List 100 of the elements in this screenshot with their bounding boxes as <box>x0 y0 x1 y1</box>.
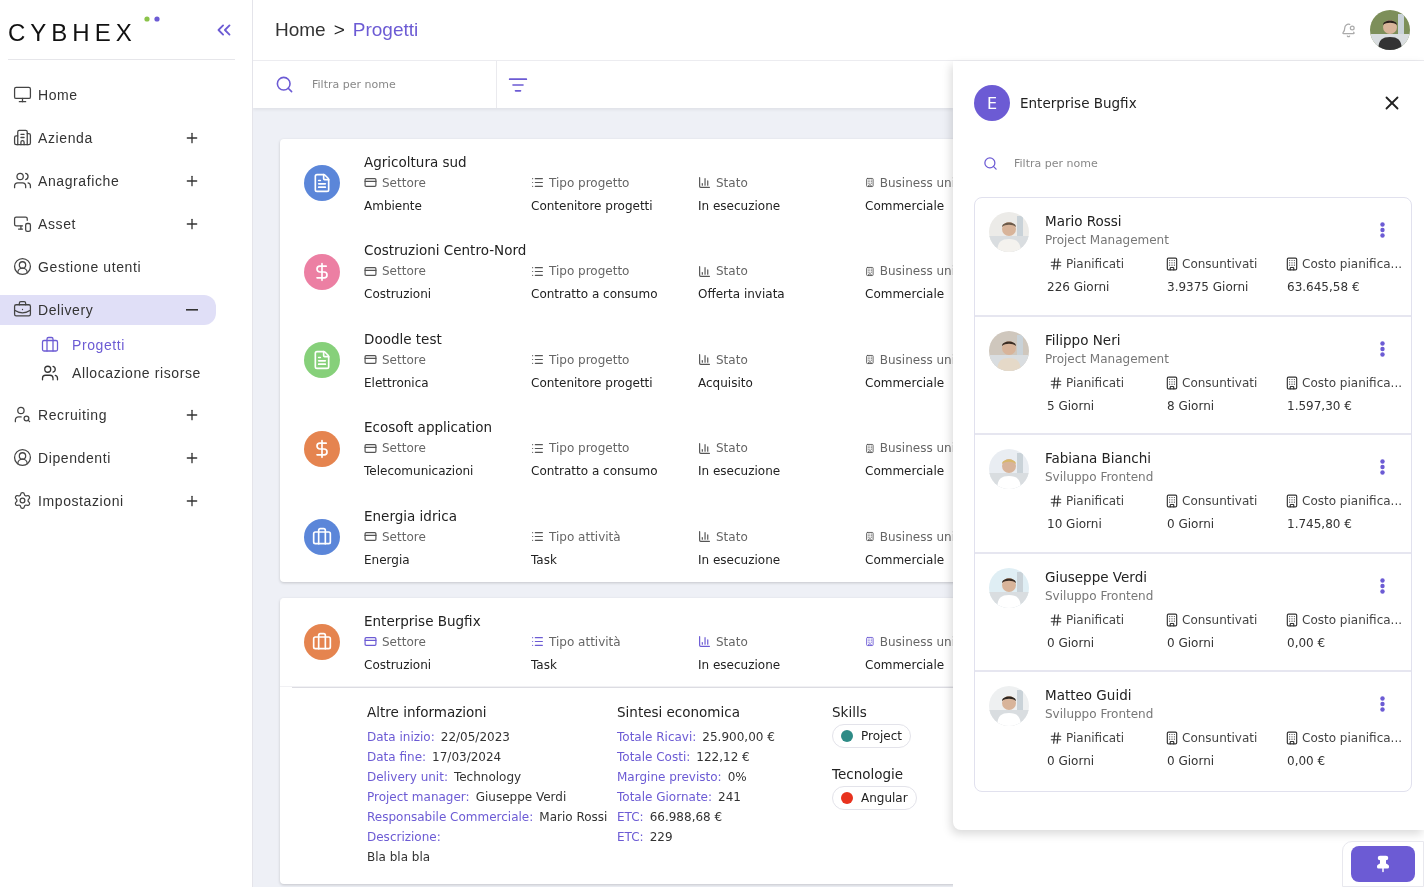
info-row-text: Totale Ricavi: 25.900,00 € <box>617 730 776 744</box>
tag-label: Angular <box>861 791 908 805</box>
member-role: Project Management <box>1045 351 1170 366</box>
more-icon <box>1380 340 1385 357</box>
building-icon <box>865 176 875 190</box>
card-icon <box>364 530 377 544</box>
stat-value: 10 Giorni <box>1046 517 1103 531</box>
bar-chart-icon <box>698 176 711 190</box>
building-icon <box>865 441 875 455</box>
card-icon <box>364 635 377 649</box>
drawer-title: Enterprise Bugfix <box>1020 95 1138 111</box>
sidebar-item[interactable]: Asset <box>0 208 216 239</box>
sidebar-subitem[interactable]: Allocazione risorse <box>41 359 252 387</box>
stat-label: Pianificati <box>1066 375 1125 390</box>
people-icon <box>41 364 59 382</box>
field-value: In esecuzione <box>698 464 782 479</box>
logo: CYBHEX <box>8 17 137 47</box>
stat-value: 0 Giorni <box>1166 635 1216 650</box>
project-name[interactable]: Enterprise Bugfix <box>364 612 953 629</box>
breadcrumb-link[interactable]: Home <box>275 19 326 41</box>
field-label: Business uni <box>879 529 953 544</box>
field-value: Costruzioni <box>364 287 433 302</box>
field-value: Contenitore progetti <box>531 198 654 213</box>
project-name[interactable]: Costruzioni Centro-Nord <box>364 242 953 259</box>
field-value: Contratto a consumo <box>531 464 659 479</box>
stat-value: 0,00 € <box>1286 754 1327 768</box>
sidebar-item[interactable]: Dipendenti <box>0 442 216 473</box>
project-name[interactable]: Ecosoft application <box>364 419 953 436</box>
sidebar-item[interactable]: Impostazioni <box>0 485 216 516</box>
stat-value: 63.645,58 € <box>1286 280 1361 294</box>
field-label: Stato <box>716 529 748 544</box>
project-name[interactable]: Doodle test <box>364 330 953 347</box>
bar-chart-icon <box>698 441 711 455</box>
stat-label: Consuntivati <box>1182 375 1258 390</box>
briefcase-icon <box>13 300 32 319</box>
building-icon <box>1165 612 1179 627</box>
more-button[interactable] <box>1380 696 1385 712</box>
member-role: Sviluppo Frontend <box>1045 707 1155 721</box>
field-value: In esecuzione <box>698 657 782 672</box>
building-icon <box>865 264 875 278</box>
field-label: Stato <box>716 175 748 190</box>
list-icon <box>531 353 544 367</box>
bar-chart-icon <box>698 530 711 544</box>
field-value: Costruzioni <box>364 657 433 672</box>
building-icon <box>865 635 875 649</box>
member-name: Giuseppe Verdi <box>1045 568 1148 585</box>
bar-chart-icon <box>698 635 711 649</box>
project-name[interactable]: Energia idrica <box>364 507 953 524</box>
info-row-text: Totale Giornate: 241 <box>617 790 742 804</box>
sidebar-subitem[interactable]: Progetti <box>41 331 252 359</box>
sidebar-item[interactable]: Azienda <box>0 122 216 153</box>
stat-label: Consuntivati <box>1182 257 1258 271</box>
sidebar-item[interactable]: Delivery <box>0 294 216 325</box>
bar-chart-icon <box>698 264 711 278</box>
card-icon <box>364 176 377 190</box>
stat-label: Costo pianifica... <box>1302 494 1403 508</box>
hash-icon <box>1049 375 1063 390</box>
search-icon <box>983 155 998 171</box>
field-label: Settore <box>382 441 426 456</box>
stat-label: Pianificati <box>1066 257 1125 271</box>
bar-chart-icon <box>698 353 711 367</box>
more-button[interactable] <box>1380 459 1385 475</box>
field-label: Tipo progetto <box>549 352 630 367</box>
more-button[interactable] <box>1380 577 1385 594</box>
stat-value: 226 Giorni <box>1046 280 1111 294</box>
pin-button[interactable] <box>1351 846 1415 882</box>
more-icon <box>1380 222 1385 238</box>
info-row-text: Data fine: 17/03/2024 <box>367 750 503 764</box>
sidebar-item[interactable]: Home <box>0 79 216 110</box>
settings-icon <box>13 491 32 510</box>
field-value: Commerciale <box>865 198 946 213</box>
field-value: Ambiente <box>364 198 423 213</box>
field-value: Commerciale <box>865 464 946 479</box>
sidebar-item[interactable]: Gestione utenti <box>0 251 216 282</box>
stat-label: Consuntivati <box>1182 612 1258 627</box>
breadcrumb-link[interactable]: Progetti <box>352 19 419 41</box>
info-row-text: Data inizio: 22/05/2023 <box>367 730 511 744</box>
card-icon <box>364 353 377 367</box>
more-icon <box>1380 577 1385 594</box>
list-icon <box>531 530 544 544</box>
building-icon <box>1165 494 1179 508</box>
dots-icon <box>144 16 160 22</box>
list-icon <box>531 264 544 278</box>
stat-label: Consuntivati <box>1182 494 1258 508</box>
project-name[interactable]: Agricoltura sud <box>364 153 953 170</box>
field-label: Tipo attività <box>549 529 621 544</box>
more-button[interactable] <box>1380 222 1385 238</box>
card-icon <box>364 441 377 455</box>
section-title: Altre informazioni <box>367 704 488 720</box>
field-value: Offerta inviata <box>698 287 786 302</box>
stat-value: 0 Giorni <box>1166 517 1216 531</box>
sidebar-item[interactable]: Recruiting <box>0 399 216 430</box>
user-circle-icon <box>13 448 32 467</box>
section-title: Skills <box>832 704 868 720</box>
search-icon <box>275 75 294 94</box>
sidebar-item[interactable]: Anagrafiche <box>0 165 216 196</box>
hash-icon <box>1049 612 1063 627</box>
stat-label: Costo pianifica... <box>1302 612 1403 627</box>
devices-icon <box>13 214 32 233</box>
more-button[interactable] <box>1380 340 1385 357</box>
